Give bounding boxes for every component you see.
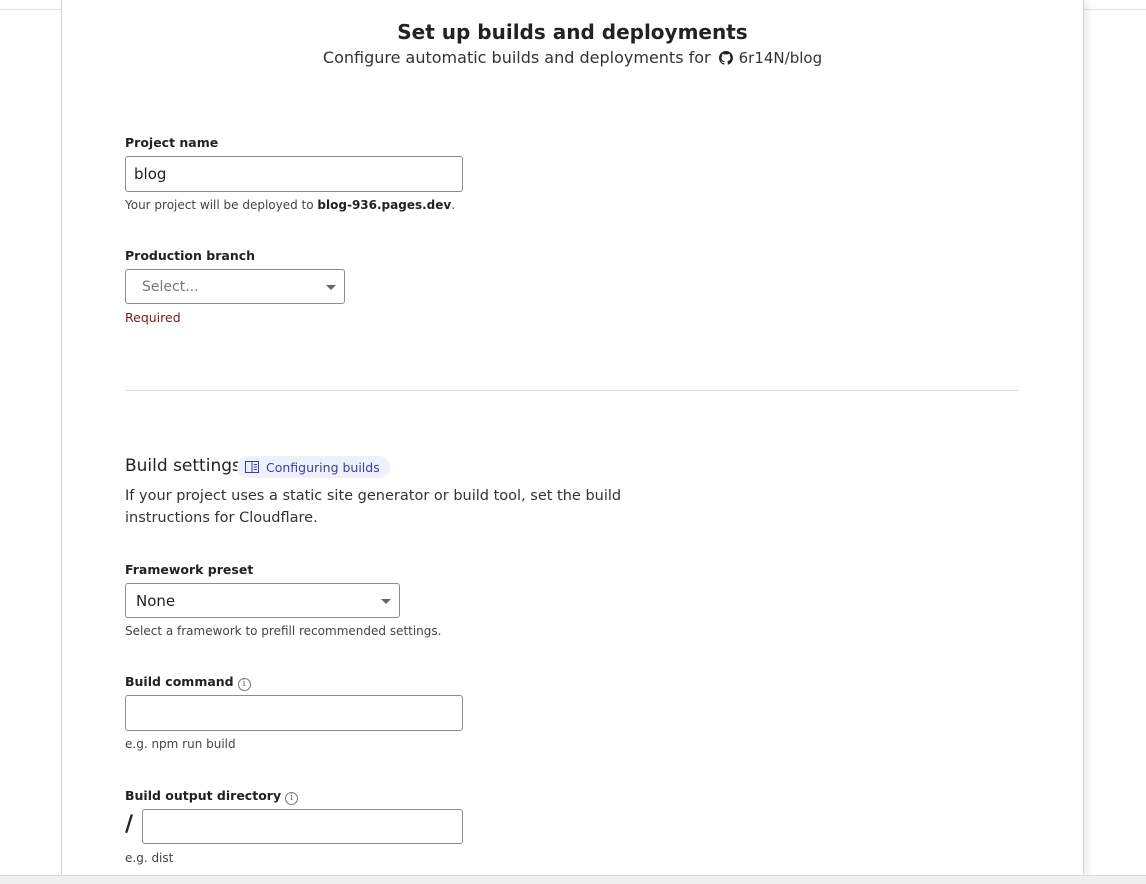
page-title: Set up builds and deployments <box>397 20 748 44</box>
book-icon <box>245 461 259 473</box>
project-name-label: Project name <box>125 135 219 150</box>
build-command-input[interactable] <box>125 695 463 731</box>
configuring-builds-label: Configuring builds <box>266 459 380 475</box>
info-icon[interactable]: i <box>285 792 299 805</box>
build-settings-description: If your project uses a static site gener… <box>125 488 622 526</box>
build-output-label-text: Build output directory <box>125 788 282 803</box>
configuring-builds-link[interactable]: Configuring builds <box>237 456 390 478</box>
project-name-input[interactable]: blog <box>125 156 463 192</box>
build-output-input[interactable] <box>142 809 463 844</box>
build-command-help: e.g. npm run build <box>125 737 236 751</box>
build-command-label: Build command i <box>125 674 251 691</box>
page-subtitle: Configure automatic builds and deploymen… <box>62 48 1083 67</box>
help-prefix: Your project will be deployed to <box>125 198 318 212</box>
build-settings-title: Build settings <box>125 456 241 476</box>
framework-preset-select[interactable]: None <box>125 583 400 618</box>
build-command-label-text: Build command <box>125 674 234 689</box>
project-domain: blog-936.pages.dev <box>317 198 452 212</box>
project-name-help: Your project will be deployed to blog-93… <box>125 198 455 212</box>
chevron-down-icon <box>381 598 391 604</box>
production-branch-select[interactable]: Select... <box>125 269 345 304</box>
section-divider <box>125 390 1019 391</box>
help-suffix: . <box>451 198 456 212</box>
branch-placeholder: Select... <box>142 278 199 295</box>
setup-card: Set up builds and deployments Configure … <box>61 0 1084 876</box>
project-name-value: blog <box>134 165 167 183</box>
info-icon[interactable]: i <box>237 678 251 691</box>
build-output-help: e.g. dist <box>125 851 174 865</box>
output-path-prefix: / <box>125 812 134 837</box>
branch-required-error: Required <box>125 310 181 325</box>
framework-preset-label: Framework preset <box>125 562 254 577</box>
chevron-down-icon <box>326 284 336 290</box>
production-branch-label: Production branch <box>125 248 256 263</box>
repo-name: 6r14N/blog <box>738 48 823 67</box>
github-icon <box>718 50 733 65</box>
build-output-label: Build output directory i <box>125 788 299 805</box>
framework-value: None <box>136 591 176 610</box>
subtitle-text: Configure automatic builds and deploymen… <box>322 48 711 67</box>
framework-preset-help: Select a framework to prefill recommende… <box>125 624 442 638</box>
